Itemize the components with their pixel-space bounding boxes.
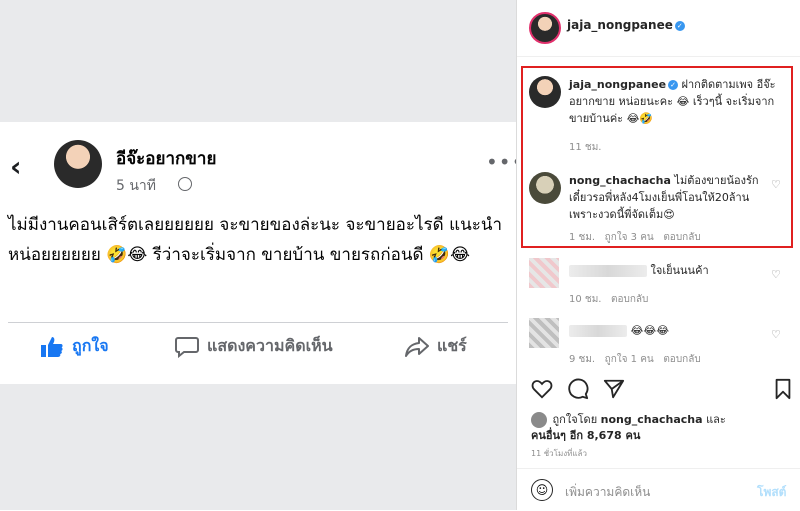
back-arrow-icon[interactable]: ‹	[10, 150, 22, 183]
comment-meta: 10 ชม. ตอบกลับ	[569, 292, 648, 307]
comment-heart-icon[interactable]: ♡	[771, 328, 781, 341]
comment-time: 9 ชม.	[569, 354, 596, 365]
instagram-comment-bar: ☺ เพิ่มความคิดเห็น โพสต์	[517, 468, 800, 511]
blurred-avatar	[529, 318, 559, 348]
facebook-comment-label: แสดงความคิดเห็น	[207, 336, 333, 355]
verified-badge-icon: ✓	[668, 80, 679, 90]
instagram-header-user: jaja_nongpanee ✓	[567, 18, 685, 32]
comment-text-block: 😂😂😂	[569, 322, 769, 339]
share-arrow-icon	[405, 336, 429, 357]
facebook-author-avatar[interactable]	[54, 140, 102, 188]
comment-time: 10 ชม.	[569, 294, 602, 305]
facebook-like-button[interactable]: ถูกใจ	[40, 334, 109, 359]
post-comment-button[interactable]: โพสต์	[757, 483, 786, 502]
facebook-post-text: ไม่มีงานคอนเสิร์ตเลยยยยยย จะขายของล่ะนะ …	[8, 215, 503, 265]
caption-avatar[interactable]	[529, 76, 561, 108]
bookmark-icon[interactable]	[773, 378, 793, 400]
globe-icon	[178, 177, 192, 191]
liked-by-and: และ	[706, 413, 726, 426]
facebook-share-button[interactable]: แชร์	[405, 334, 467, 359]
comment-heart-icon[interactable]: ♡	[771, 268, 781, 281]
liked-by-avatar[interactable]	[531, 412, 547, 428]
comment-reply-button[interactable]: ตอบกลับ	[663, 232, 700, 243]
emoji-icon[interactable]: ☺	[531, 479, 553, 501]
instagram-post-time: 11 ชั่วโมงที่แล้ว	[531, 449, 587, 458]
send-icon[interactable]	[603, 378, 625, 400]
comment-reply-button[interactable]: ตอบกลับ	[611, 294, 648, 305]
instagram-header-avatar[interactable]	[529, 12, 561, 44]
comment-text: ใจเย็นนนค้า	[650, 264, 709, 277]
comment-meta: 9 ชม. ถูกใจ 1 คน ตอบกลับ	[569, 352, 701, 367]
comment-text: 😂😂😂	[630, 324, 670, 337]
comment-heart-icon[interactable]: ♡	[771, 178, 781, 191]
facebook-comment-button[interactable]: แสดงความคิดเห็น	[175, 334, 333, 359]
comment-likes[interactable]: ถูกใจ 3 คน	[605, 232, 654, 243]
liked-by-text: ถูกใจโดย nong_chachacha และ คนอื่นๆ อีก …	[531, 412, 726, 443]
blurred-username	[569, 265, 647, 277]
instagram-header-username[interactable]: jaja_nongpanee	[567, 18, 673, 32]
facebook-share-label: แชร์	[437, 336, 467, 355]
comment-text-block: nong_chachacha ไม่ต้องขายน้องรักเดี๋ยวรอ…	[569, 172, 769, 223]
verified-badge-icon: ✓	[674, 20, 685, 31]
instagram-panel: jaja_nongpanee ✓ jaja_nongpanee ✓ ฝากติดตา…	[516, 0, 800, 510]
caption-text-block: jaja_nongpanee ✓ ฝากติดตามเพจ อีจ๊ะอยากขา…	[569, 76, 779, 127]
comment-text-block: ใจเย็นนนค้า	[569, 262, 769, 279]
facebook-post-time[interactable]: 5 นาที	[116, 175, 156, 197]
caption-time: 11 ชม.	[569, 142, 602, 153]
blurred-username	[569, 325, 627, 337]
instagram-header: jaja_nongpanee ✓	[517, 0, 800, 57]
facebook-author-name[interactable]: อีจ๊ะอยากขาย	[116, 145, 216, 172]
caption-username[interactable]: jaja_nongpanee	[569, 78, 666, 91]
heart-icon[interactable]	[531, 378, 553, 400]
comment-likes[interactable]: ถูกใจ 1 คน	[605, 354, 654, 365]
comment-reply-button[interactable]: ตอบกลับ	[663, 354, 700, 365]
liked-by-user[interactable]: nong_chachacha	[601, 413, 703, 426]
comment-input[interactable]: เพิ่มความคิดเห็น	[565, 483, 650, 502]
liked-by-others[interactable]: คนอื่นๆ อีก 8,678 คน	[531, 429, 640, 442]
instagram-action-bar	[531, 378, 625, 400]
facebook-like-label: ถูกใจ	[72, 336, 109, 355]
comment-bubble-icon	[175, 336, 199, 358]
comment-username[interactable]: nong_chachacha	[569, 174, 671, 187]
comment-avatar[interactable]	[529, 172, 561, 204]
facebook-divider	[8, 322, 508, 323]
blurred-avatar	[529, 258, 559, 288]
comment-time: 1 ชม.	[569, 232, 596, 243]
comment-icon[interactable]	[567, 378, 589, 400]
comment-meta: 1 ชม. ถูกใจ 3 คน ตอบกลับ	[569, 230, 701, 245]
thumbs-up-icon	[41, 336, 63, 357]
liked-by-prefix: ถูกใจโดย	[552, 413, 598, 426]
